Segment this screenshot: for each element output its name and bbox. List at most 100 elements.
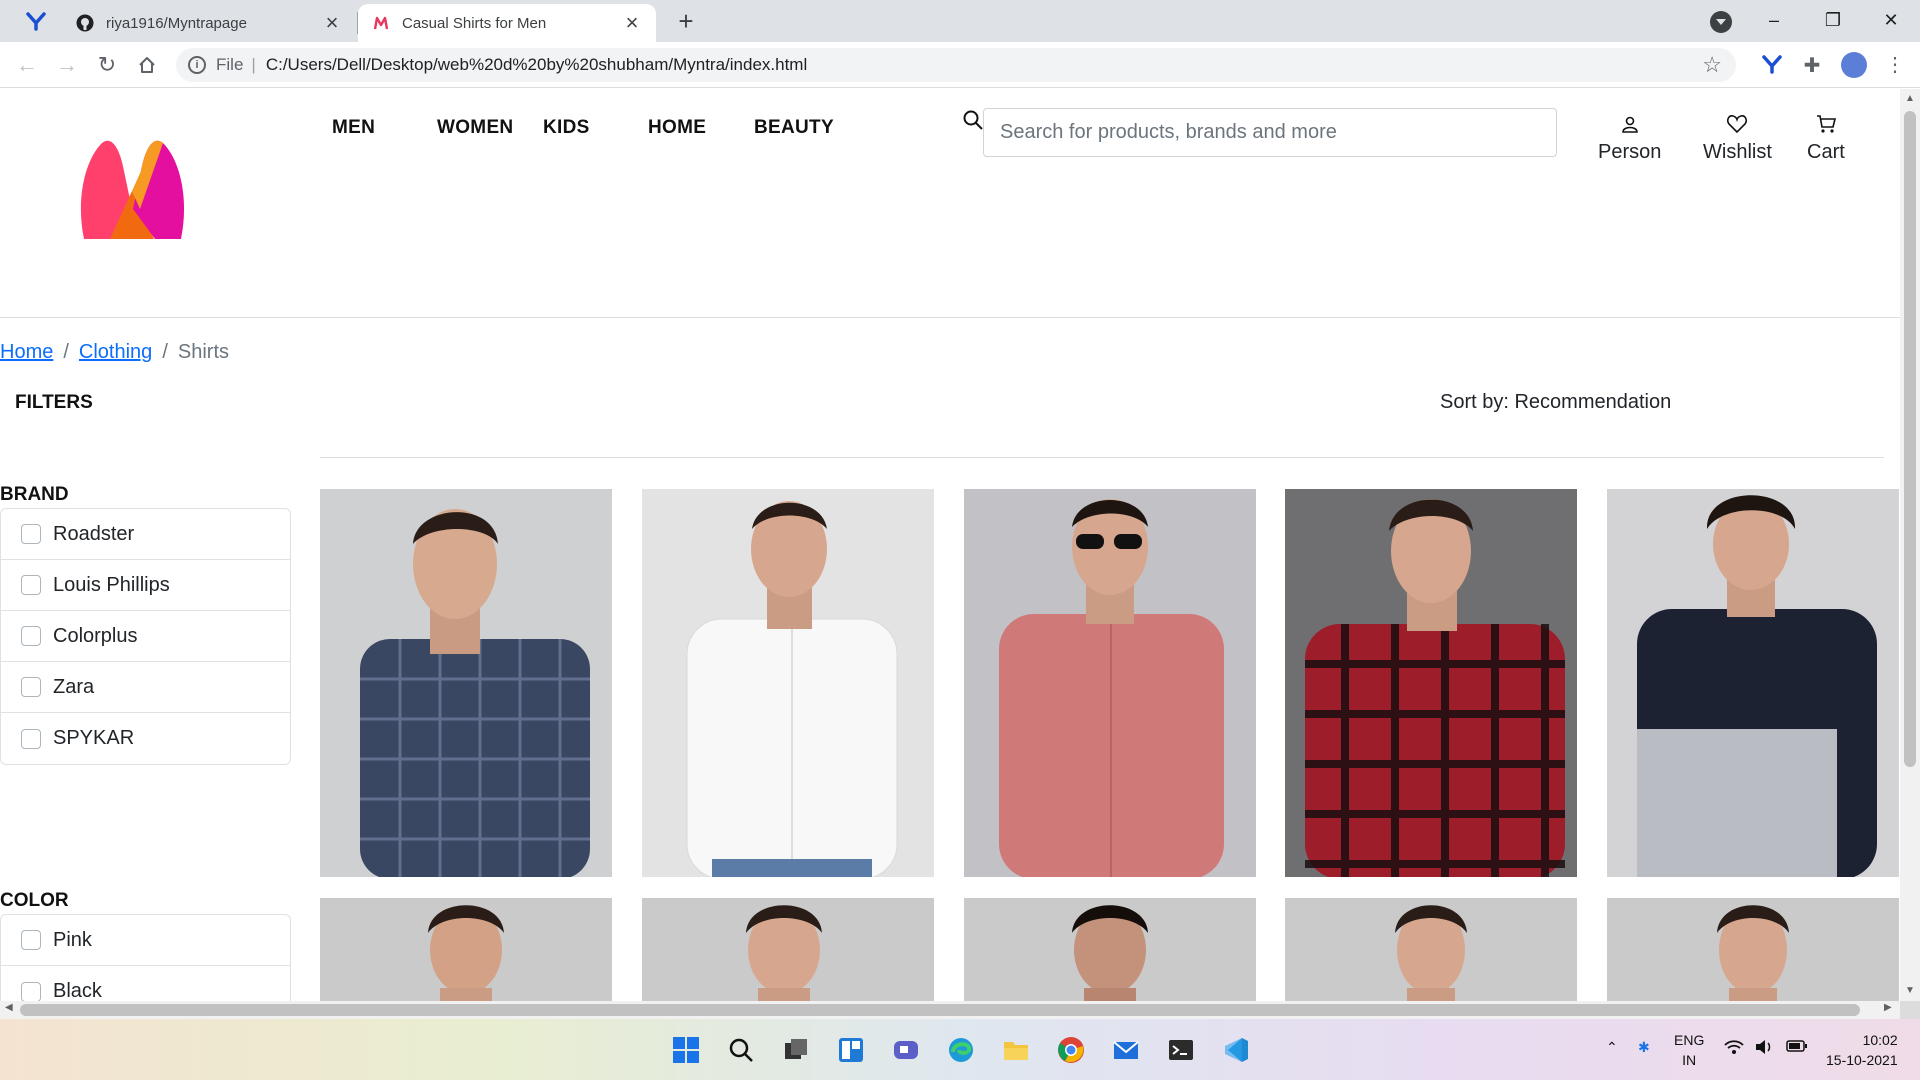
brand-filter-title: BRAND: [0, 484, 69, 505]
profile-avatar[interactable]: [1841, 52, 1867, 78]
person-icon: [1621, 116, 1638, 133]
wishlist-action[interactable]: Wishlist: [1703, 113, 1772, 164]
address-bar[interactable]: i File | C:/Users/Dell/Desktop/web%20d%2…: [176, 48, 1736, 82]
cart-action[interactable]: Cart: [1807, 113, 1845, 164]
color-option[interactable]: Black: [1, 966, 290, 1001]
header-divider: [0, 317, 1900, 318]
person-action[interactable]: Person: [1598, 113, 1661, 164]
file-explorer-icon[interactable]: [1000, 1034, 1032, 1066]
checkbox[interactable]: [21, 981, 41, 1001]
language-code: ENG: [1674, 1032, 1705, 1048]
tab-title: riya1916/Myntrapage: [106, 14, 247, 32]
checkbox[interactable]: [21, 930, 41, 950]
nav-kids[interactable]: KIDS: [543, 117, 590, 139]
checkbox[interactable]: [21, 626, 41, 646]
checkbox[interactable]: [21, 677, 41, 697]
breadcrumb-current: Shirts: [177, 341, 229, 363]
url-text: C:/Users/Dell/Desktop/web%20d%20by%20shu…: [265, 55, 808, 74]
product-card[interactable]: [320, 489, 612, 877]
breadcrumb-clothing[interactable]: Clothing: [79, 341, 152, 364]
breadcrumb-separator: /: [63, 341, 69, 363]
breadcrumb-home[interactable]: Home: [0, 341, 53, 364]
horizontal-scrollbar[interactable]: ◀ ▶: [0, 1001, 1900, 1019]
checkbox[interactable]: [21, 728, 41, 749]
nav-home[interactable]: HOME: [648, 117, 706, 139]
nav-men[interactable]: MEN: [332, 117, 375, 139]
close-tab-icon[interactable]: ×: [622, 12, 642, 34]
forward-icon[interactable]: →: [52, 50, 82, 80]
product-image: [320, 489, 612, 877]
brand-option[interactable]: SPYKAR: [1, 713, 290, 764]
home-icon[interactable]: [132, 50, 162, 80]
vertical-scroll-thumb[interactable]: [1904, 111, 1916, 767]
task-view-icon[interactable]: [780, 1034, 812, 1066]
restore-button[interactable]: ❐: [1810, 4, 1856, 36]
mail-icon[interactable]: [1110, 1034, 1142, 1066]
search-input[interactable]: [983, 108, 1557, 157]
filters-heading: FILTERS: [15, 392, 93, 413]
scroll-right-icon[interactable]: ▶: [1884, 1002, 1892, 1013]
myntra-favicon: [372, 14, 390, 32]
tab-github[interactable]: riya1916/Myntrapage ×: [62, 4, 356, 42]
color-option[interactable]: Pink: [1, 915, 290, 966]
product-card[interactable]: [1607, 898, 1899, 1001]
sort-dropdown[interactable]: Sort by: Recommendation: [1440, 391, 1671, 414]
brand-option[interactable]: Zara: [1, 662, 290, 713]
nav-beauty[interactable]: BEAUTY: [754, 117, 834, 139]
site-info-icon[interactable]: i: [188, 56, 206, 74]
back-icon[interactable]: ←: [12, 50, 42, 80]
extensions-puzzle-icon[interactable]: ✚: [1800, 54, 1824, 78]
bookmark-star-icon[interactable]: ☆: [1702, 52, 1722, 78]
product-card[interactable]: [1285, 898, 1577, 1001]
chrome-icon[interactable]: [1055, 1034, 1087, 1066]
vertical-scrollbar[interactable]: ▲ ▼: [1900, 89, 1920, 1001]
browser-menu-icon[interactable]: ⋮: [1885, 52, 1905, 77]
search-icon[interactable]: [725, 1034, 757, 1066]
product-card[interactable]: [964, 489, 1256, 877]
product-card[interactable]: [320, 898, 612, 1001]
widgets-icon[interactable]: [835, 1034, 867, 1066]
chat-icon[interactable]: [890, 1034, 922, 1066]
brand-option[interactable]: Colorplus: [1, 611, 290, 662]
myntra-logo[interactable]: [70, 131, 195, 246]
scroll-down-icon[interactable]: ▼: [1905, 985, 1915, 996]
product-card[interactable]: [964, 898, 1256, 1001]
product-card[interactable]: [1607, 489, 1899, 877]
vscode-icon[interactable]: [1220, 1034, 1252, 1066]
tab-myntra[interactable]: Casual Shirts for Men ×: [358, 4, 656, 42]
new-tab-button[interactable]: +: [672, 8, 700, 36]
tray-overflow-icon[interactable]: ⌃: [1606, 1039, 1618, 1056]
url-divider: |: [251, 55, 256, 74]
start-icon[interactable]: [670, 1034, 702, 1066]
page-viewport: MEN WOMEN KIDS HOME BEAUTY Person Wishli…: [0, 89, 1900, 1001]
tab-search-icon[interactable]: [1710, 11, 1732, 33]
wifi-icon[interactable]: [1724, 1039, 1744, 1058]
edge-icon[interactable]: [945, 1034, 977, 1066]
product-card[interactable]: [642, 898, 934, 1001]
reload-icon[interactable]: ↻: [92, 50, 122, 80]
language-indicator[interactable]: ENG IN: [1674, 1030, 1704, 1070]
y-extension-icon[interactable]: [1760, 54, 1784, 78]
minimize-button[interactable]: –: [1751, 4, 1797, 36]
product-card[interactable]: [1285, 489, 1577, 877]
scroll-left-icon[interactable]: ◀: [5, 1002, 13, 1013]
brand-option[interactable]: Louis Phillips: [1, 560, 290, 611]
pinned-tab[interactable]: [18, 8, 54, 34]
scroll-up-icon[interactable]: ▲: [1905, 93, 1915, 104]
close-tab-icon[interactable]: ×: [322, 12, 342, 34]
terminal-icon[interactable]: [1165, 1034, 1197, 1066]
bluetooth-icon[interactable]: ✱: [1638, 1039, 1650, 1056]
clock-date: 15-10-2021: [1826, 1052, 1898, 1068]
horizontal-scroll-thumb[interactable]: [20, 1004, 1860, 1016]
filter-divider: [320, 457, 1884, 458]
checkbox[interactable]: [21, 524, 41, 544]
clock[interactable]: 10:02 15-10-2021: [1826, 1030, 1898, 1070]
volume-icon[interactable]: [1754, 1039, 1774, 1058]
nav-women[interactable]: WOMEN: [437, 117, 513, 139]
brand-option[interactable]: Roadster: [1, 509, 290, 560]
person-label: Person: [1598, 141, 1662, 163]
close-window-button[interactable]: ✕: [1868, 4, 1914, 36]
product-card[interactable]: [642, 489, 934, 877]
battery-icon[interactable]: [1786, 1039, 1808, 1056]
checkbox[interactable]: [21, 575, 41, 595]
